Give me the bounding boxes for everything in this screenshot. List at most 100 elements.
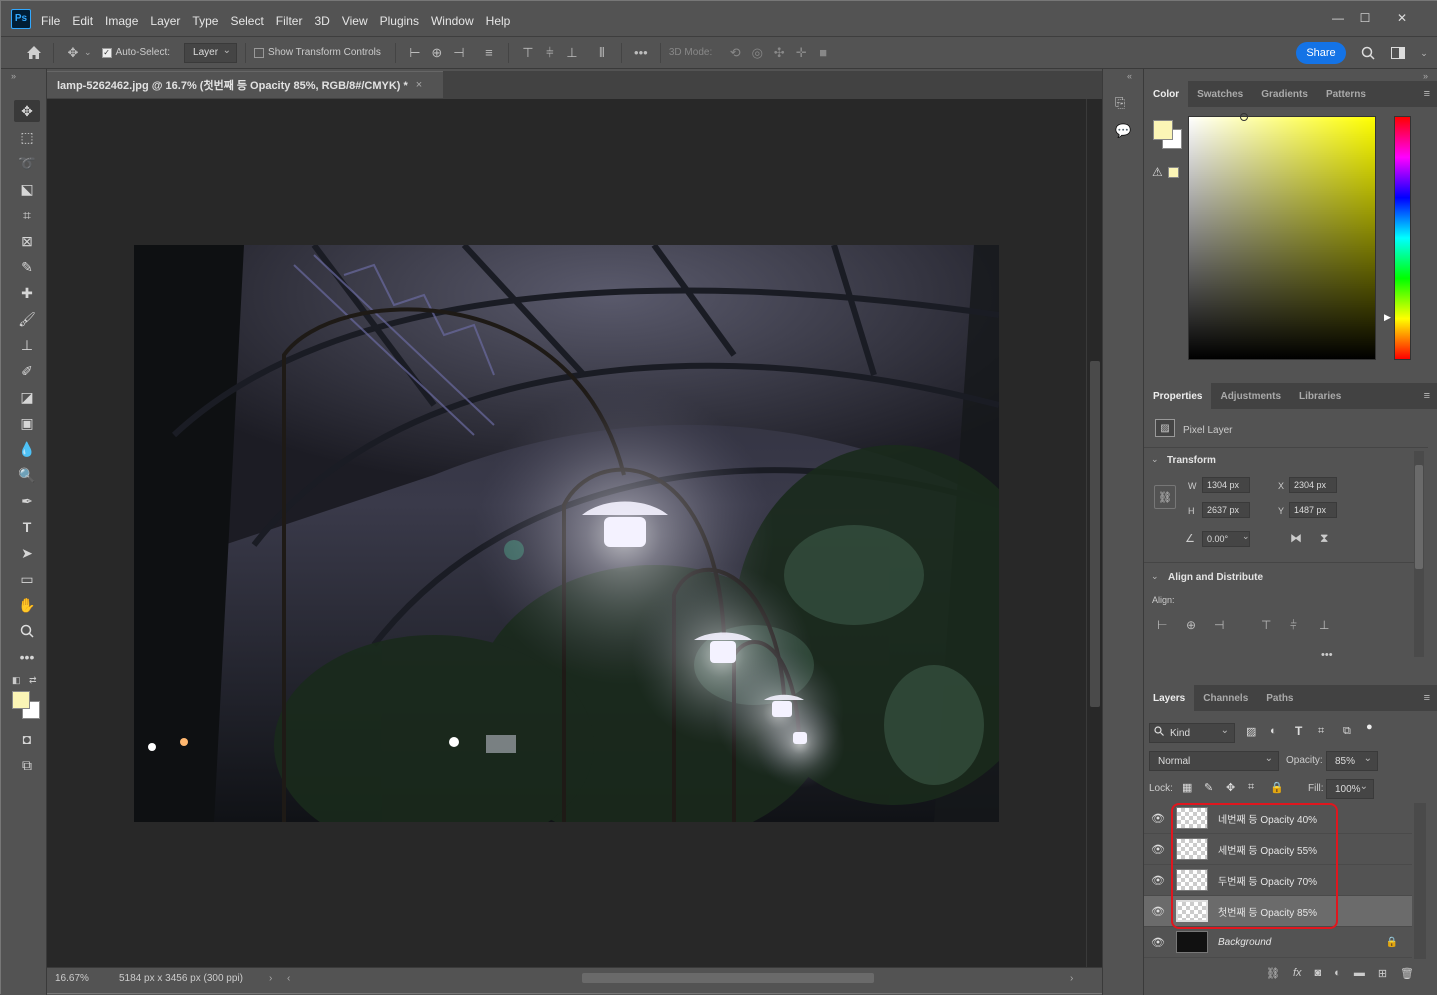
collapse-panels-icon[interactable]: »	[1423, 71, 1428, 81]
menu-image[interactable]: Image	[99, 1, 144, 37]
roll-3d-icon[interactable]: ◎	[746, 42, 768, 64]
menu-type[interactable]: Type	[186, 1, 224, 37]
transform-section-title[interactable]: Transform	[1167, 455, 1216, 466]
clone-stamp-tool-icon[interactable]: ⊥	[14, 334, 40, 356]
chevron-down-icon[interactable]: ⌄	[1151, 571, 1159, 582]
align-distribute-section-title[interactable]: Align and Distribute	[1168, 572, 1263, 583]
scroll-right-icon[interactable]: ›	[1070, 973, 1073, 984]
gradient-tool-icon[interactable]: ▣	[14, 412, 40, 434]
vertical-scroll-thumb[interactable]	[1090, 361, 1100, 707]
expand-panels-icon[interactable]: «	[1127, 71, 1132, 81]
minimize-button[interactable]: —	[1323, 7, 1353, 29]
menu-file[interactable]: File	[35, 1, 66, 37]
zoom-level[interactable]: 16.67%	[55, 973, 115, 984]
tab-properties[interactable]: Properties	[1144, 383, 1212, 409]
flip-vertical-icon[interactable]: ⧗	[1320, 531, 1328, 546]
hue-slider-handle[interactable]: ▶	[1384, 312, 1391, 323]
color-picker-field[interactable]	[1188, 116, 1376, 360]
tab-channels[interactable]: Channels	[1194, 685, 1257, 711]
slide-3d-icon[interactable]: ✛	[790, 42, 812, 64]
lock-transparent-pixels-icon[interactable]: ▦	[1182, 781, 1192, 794]
pen-tool-icon[interactable]: ✒	[14, 490, 40, 512]
menu-help[interactable]: Help	[480, 1, 517, 37]
more-options-icon[interactable]: •••	[1321, 649, 1333, 661]
zoom-tool-icon[interactable]	[14, 620, 40, 642]
hand-tool-icon[interactable]: ✋	[14, 594, 40, 616]
filter-type-icon[interactable]: T	[1295, 724, 1302, 738]
eraser-tool-icon[interactable]: ◪	[14, 386, 40, 408]
move-tool-icon[interactable]: ✥	[14, 100, 40, 122]
align-left-edges-icon[interactable]: ⊢	[1157, 618, 1167, 632]
close-tab-icon[interactable]: ×	[416, 79, 422, 91]
lasso-tool-icon[interactable]: ➰	[14, 152, 40, 174]
auto-select-dropdown[interactable]: Layer	[184, 42, 238, 63]
show-transform-checkbox[interactable]: Show Transform Controls	[254, 47, 381, 58]
pan-3d-icon[interactable]: ✣	[768, 42, 790, 64]
scroll-left-icon[interactable]: ‹	[287, 973, 290, 984]
chevron-right-icon[interactable]: ›	[269, 973, 272, 984]
layer-style-icon[interactable]: fx	[1293, 967, 1302, 979]
properties-scrollbar[interactable]	[1414, 451, 1424, 657]
color-picker-cursor[interactable]	[1240, 113, 1248, 121]
hue-slider[interactable]	[1394, 116, 1411, 360]
photoshop-logo[interactable]: Ps	[11, 8, 31, 29]
align-horizontal-centers-icon[interactable]: ⊕	[1186, 618, 1196, 632]
edit-toolbar-icon[interactable]: •••	[14, 646, 40, 668]
share-button[interactable]: Share	[1296, 42, 1346, 64]
frame-tool-icon[interactable]: ⊠	[14, 230, 40, 252]
tab-gradients[interactable]: Gradients	[1252, 81, 1317, 107]
history-icon[interactable]: ⎘	[1115, 95, 1125, 111]
chevron-down-icon[interactable]: ⌄	[84, 47, 92, 58]
align-right-icon[interactable]: ⊣	[448, 42, 470, 64]
lock-all-icon[interactable]: 🔒	[1270, 781, 1284, 794]
tab-swatches[interactable]: Swatches	[1188, 81, 1252, 107]
lock-image-pixels-icon[interactable]: ✎	[1204, 781, 1213, 794]
foreground-color-chip[interactable]	[1153, 120, 1173, 140]
menu-window[interactable]: Window	[425, 1, 480, 37]
default-colors-icon[interactable]: ◧	[12, 675, 21, 686]
screen-mode-icon[interactable]: ⧉	[14, 754, 40, 776]
link-layers-icon[interactable]: ⛓	[1266, 967, 1280, 980]
tab-paths[interactable]: Paths	[1257, 685, 1302, 711]
filter-toggle-icon[interactable]: ●	[1366, 721, 1373, 733]
close-button[interactable]: ✕	[1387, 7, 1417, 29]
vertical-scrollbar[interactable]	[1086, 99, 1102, 967]
chevron-down-icon[interactable]: ⌄	[1242, 531, 1250, 542]
comments-icon[interactable]: 💬	[1115, 123, 1131, 139]
layer-name[interactable]: Background	[1218, 937, 1271, 948]
new-layer-icon[interactable]: ⊞	[1378, 967, 1387, 980]
align-left-icon[interactable]: ⊢	[404, 42, 426, 64]
align-center-icon[interactable]: ⊕	[426, 42, 448, 64]
gamut-color-chip[interactable]	[1168, 167, 1179, 178]
flip-horizontal-icon[interactable]: ⧓	[1290, 531, 1302, 545]
tab-adjustments[interactable]: Adjustments	[1211, 383, 1290, 409]
menu-plugins[interactable]: Plugins	[374, 1, 425, 37]
filter-adjustment-icon[interactable]: ◐	[1270, 725, 1277, 737]
tab-color[interactable]: Color	[1144, 81, 1189, 107]
distribute-horizontal-icon[interactable]: ⦀	[591, 42, 613, 64]
filter-shape-icon[interactable]: ⌗	[1318, 725, 1324, 738]
horizontal-scroll-thumb[interactable]	[582, 973, 874, 983]
menu-edit[interactable]: Edit	[66, 1, 99, 37]
quick-mask-icon[interactable]: ◘	[14, 728, 40, 750]
align-middle-icon[interactable]: ⫩	[539, 42, 561, 64]
move-tool-icon[interactable]: ✥	[62, 42, 84, 64]
auto-select-checkbox[interactable]: ✓ Auto-Select:	[101, 47, 170, 58]
layer-row[interactable]: 👁 Background 🔒	[1144, 927, 1412, 958]
y-field[interactable]: 1487 px	[1289, 502, 1337, 518]
workspace-icon[interactable]	[1387, 42, 1409, 64]
brush-tool-icon[interactable]: 🖌	[14, 308, 40, 330]
document-size-info[interactable]: 5184 px x 3456 px (300 ppi)	[119, 973, 243, 984]
path-selection-tool-icon[interactable]: ➤	[14, 542, 40, 564]
layers-scrollbar[interactable]	[1414, 803, 1426, 959]
link-dimensions-icon[interactable]: ⛓	[1154, 485, 1176, 509]
menu-filter[interactable]: Filter	[270, 1, 309, 37]
adjustment-layer-icon[interactable]: ◐	[1334, 967, 1341, 979]
align-vertical-centers-icon[interactable]: ⫩	[1290, 618, 1297, 633]
lock-position-icon[interactable]: ✥	[1226, 781, 1235, 794]
new-group-icon[interactable]: ▬	[1354, 967, 1365, 979]
distribute-vertical-icon[interactable]: ≡	[478, 42, 500, 64]
crop-tool-icon[interactable]: ⌗	[14, 204, 40, 226]
maximize-button[interactable]: ☐	[1350, 7, 1380, 29]
tab-patterns[interactable]: Patterns	[1317, 81, 1375, 107]
